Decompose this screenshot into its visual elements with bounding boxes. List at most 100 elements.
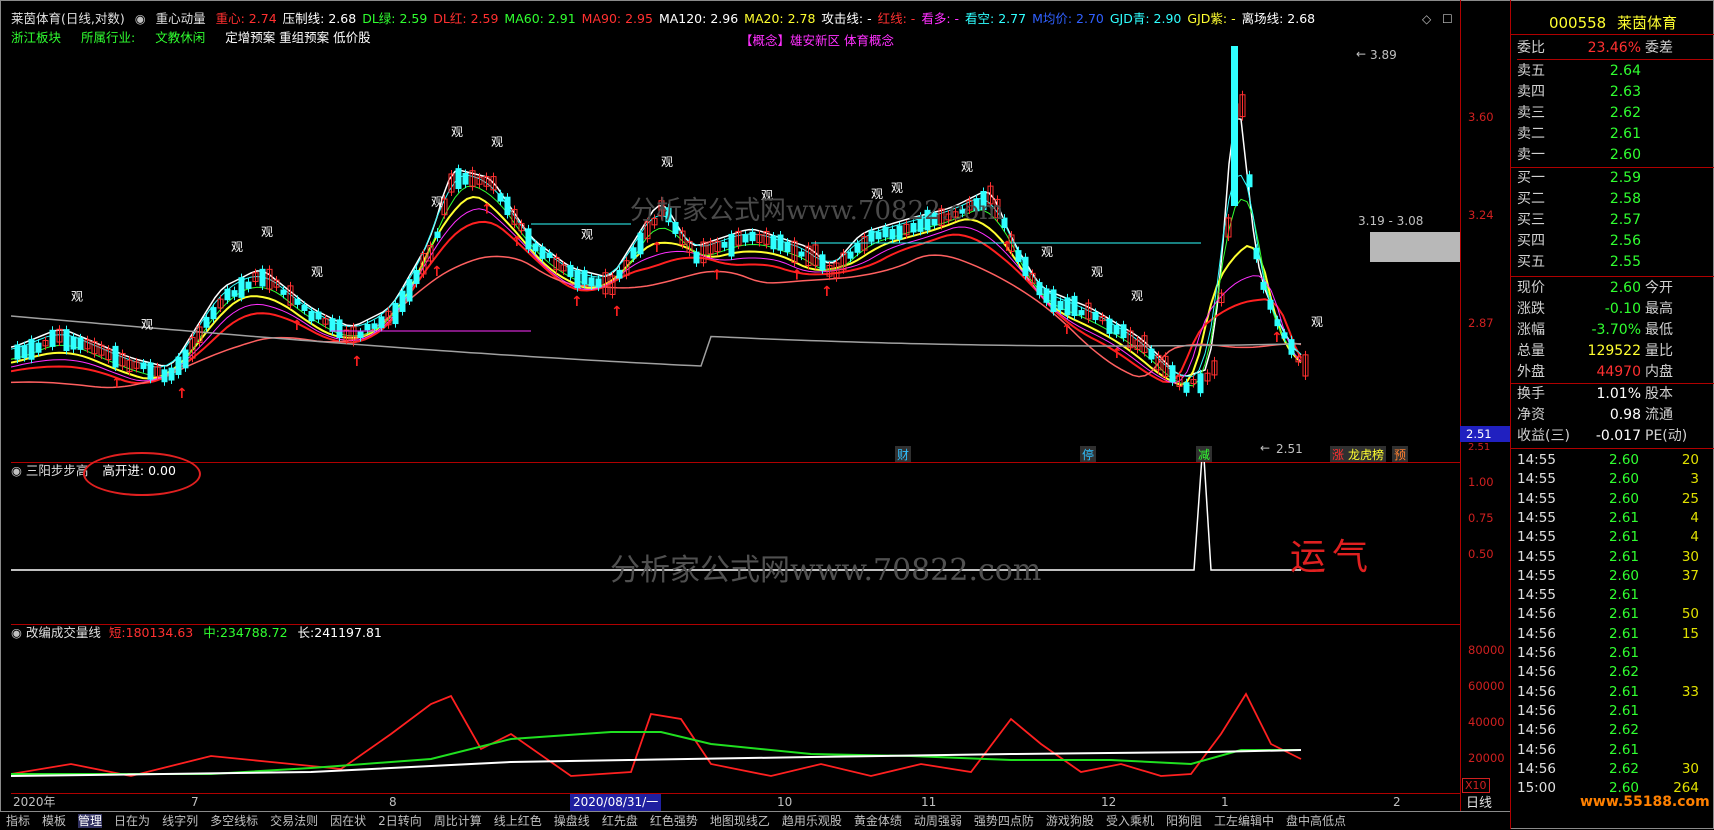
formula-tab[interactable]: 受入乘机 bbox=[1106, 814, 1154, 828]
buy-arrow-icon: ↑ bbox=[1271, 330, 1283, 346]
tick-price: 2.61 bbox=[1608, 548, 1639, 565]
candle-body bbox=[1281, 332, 1288, 339]
bid-row-value: 2.59 bbox=[1609, 170, 1641, 186]
candle-body bbox=[742, 234, 749, 243]
candle-body bbox=[49, 329, 56, 347]
formula-tab[interactable]: 交易法则 bbox=[270, 814, 318, 828]
tick-time: 14:55 bbox=[1517, 509, 1556, 526]
candle-body bbox=[1148, 348, 1155, 360]
tick-time: 14:56 bbox=[1517, 606, 1556, 623]
formula-tab[interactable]: 黄金体绩 bbox=[854, 814, 902, 828]
quote-panel: 000558 莱茵体育 委比 23.46% 委差 卖五 2.64 卖四 2.63 卖三 2.6… bbox=[1510, 0, 1714, 829]
ask-row: 卖五 2.64 bbox=[1517, 61, 1713, 82]
formula-tab[interactable]: 动周强弱 bbox=[914, 814, 962, 828]
event-marker-jian[interactable]: 减 bbox=[1196, 446, 1213, 463]
formula-tab[interactable]: 线字列 bbox=[162, 814, 198, 828]
formula-tab[interactable]: 地图现线乙 bbox=[710, 814, 770, 828]
volume-line-chart[interactable] bbox=[11, 624, 1460, 792]
candle-body bbox=[868, 230, 875, 242]
event-marker-longhubang[interactable]: 龙虎榜 bbox=[1346, 446, 1387, 463]
formula-tab[interactable]: 游戏狗股 bbox=[1046, 814, 1094, 828]
candle-body bbox=[588, 277, 595, 287]
tick-row: 14:56 2.61 50 bbox=[1517, 604, 1713, 624]
candle-body bbox=[1050, 289, 1057, 313]
event-marker-ting[interactable]: 停 bbox=[1080, 446, 1097, 463]
tick-time: 14:55 bbox=[1517, 587, 1556, 604]
candle-body bbox=[595, 278, 602, 288]
region-sector[interactable]: 浙江板块 bbox=[11, 30, 61, 45]
sub1-line-chart[interactable] bbox=[11, 462, 1460, 624]
tick-volume: 30 bbox=[1681, 548, 1699, 565]
chart-title[interactable]: 莱茵体育(日线,对数) bbox=[11, 11, 125, 26]
spike-candle bbox=[1231, 46, 1238, 206]
stat-row-label2: 内盘 bbox=[1645, 364, 1673, 380]
formula-tab[interactable]: 2日转向 bbox=[378, 814, 422, 828]
candlestick-chart[interactable]: 观观观观观观观观观观观观观观观观观观↑↑↑↑↑↑↑↑↑↑↑ ↑↑↑↑↑↑ bbox=[11, 46, 1460, 462]
weibi-value: 23.46% bbox=[1587, 40, 1641, 56]
guan-label: 观 bbox=[431, 195, 443, 209]
candle-body bbox=[875, 231, 882, 240]
high-price-label: 3.89 bbox=[1370, 48, 1397, 62]
formula-tab[interactable]: 阳狗阻 bbox=[1166, 814, 1202, 828]
formula-tab[interactable]: 模板 bbox=[42, 814, 66, 828]
formula-tab[interactable]: 因在状 bbox=[330, 814, 366, 828]
formula-tab[interactable]: 周比计算 bbox=[434, 814, 482, 828]
ask-row-value: 2.61 bbox=[1609, 126, 1641, 142]
event-marker-yu[interactable]: 预 bbox=[1392, 446, 1409, 463]
guan-label: 观 bbox=[311, 265, 323, 279]
buy-arrow-icon: ↑ bbox=[1001, 239, 1013, 255]
guan-label: 观 bbox=[1311, 315, 1323, 329]
stock-code[interactable]: 000558 bbox=[1549, 14, 1606, 32]
stock-name[interactable]: 莱茵体育 bbox=[1617, 14, 1677, 32]
formula-tab[interactable]: 工左编辑中 bbox=[1214, 814, 1274, 828]
candle-body bbox=[238, 277, 245, 298]
formula-tab[interactable]: 指标 bbox=[6, 814, 30, 828]
candle-body bbox=[161, 369, 168, 383]
tick-volume: 37 bbox=[1681, 567, 1699, 584]
formula-tab[interactable]: 线上红色 bbox=[494, 814, 542, 828]
stat-row-label: 涨幅 bbox=[1517, 322, 1545, 338]
buy-arrow-icon: ↑ bbox=[511, 234, 523, 250]
indicator-value-0: 重心: 2.74 bbox=[215, 11, 277, 26]
tick-time: 14:55 bbox=[1517, 490, 1556, 507]
stock-code-row: 000558 莱茵体育 bbox=[1511, 12, 1714, 35]
tick-time: 14:55 bbox=[1517, 471, 1556, 488]
tick-row: 14:56 2.61 33 bbox=[1517, 682, 1713, 702]
weicha-label: 委差 bbox=[1645, 40, 1673, 56]
tick-price: 2.61 bbox=[1608, 702, 1639, 719]
bid-row-value: 2.58 bbox=[1609, 191, 1641, 207]
stat-row: 总量 129522 量比 bbox=[1517, 341, 1713, 362]
tick-price: 2.60 bbox=[1608, 471, 1639, 488]
indicator-dropdown-icon[interactable]: ◉ bbox=[135, 11, 146, 26]
formula-tab[interactable]: 盘中高低点 bbox=[1286, 814, 1346, 828]
guan-label: 观 bbox=[451, 125, 463, 139]
buy-arrow-icon: ↑ bbox=[176, 386, 188, 402]
bid-row: 买五 2.55 bbox=[1517, 252, 1713, 273]
formula-tab[interactable]: 操盘线 bbox=[554, 814, 590, 828]
candle-body bbox=[63, 329, 70, 352]
candle-body bbox=[1022, 256, 1029, 277]
formula-tab[interactable]: 红色强势 bbox=[650, 814, 698, 828]
industry-value[interactable]: 文教休闲 bbox=[155, 30, 205, 45]
formula-tab[interactable]: 红先盘 bbox=[602, 814, 638, 828]
candle-body bbox=[1183, 382, 1190, 393]
formula-tab[interactable]: 管理 bbox=[78, 814, 103, 828]
candle-body bbox=[294, 298, 301, 305]
tick-row: 14:55 2.60 20 bbox=[1517, 450, 1713, 470]
candle-body bbox=[315, 311, 322, 320]
indicator-value-4: MA60: 2.91 bbox=[504, 11, 576, 26]
window-restore-icon[interactable]: ◇ bbox=[1422, 12, 1431, 26]
candle-body bbox=[1267, 299, 1274, 310]
formula-tab[interactable]: 日在为 bbox=[114, 814, 150, 828]
candle-body bbox=[1057, 300, 1064, 311]
formula-tab[interactable]: 多空线标 bbox=[210, 814, 258, 828]
formula-tab[interactable]: 强势四点防 bbox=[974, 814, 1034, 828]
formula-tab[interactable]: 趋用乐观股 bbox=[782, 814, 842, 828]
window-close-icon[interactable]: ☐ bbox=[1442, 12, 1453, 26]
ask-row-label: 卖五 bbox=[1517, 63, 1545, 79]
candle-body bbox=[1274, 319, 1281, 327]
event-marker-cai[interactable]: 财 bbox=[895, 446, 912, 463]
period-mode[interactable]: 日线 bbox=[1466, 792, 1492, 811]
event-marker-zhang[interactable]: 涨 bbox=[1330, 446, 1347, 463]
indicator-name[interactable]: 重心动量 bbox=[156, 11, 206, 26]
